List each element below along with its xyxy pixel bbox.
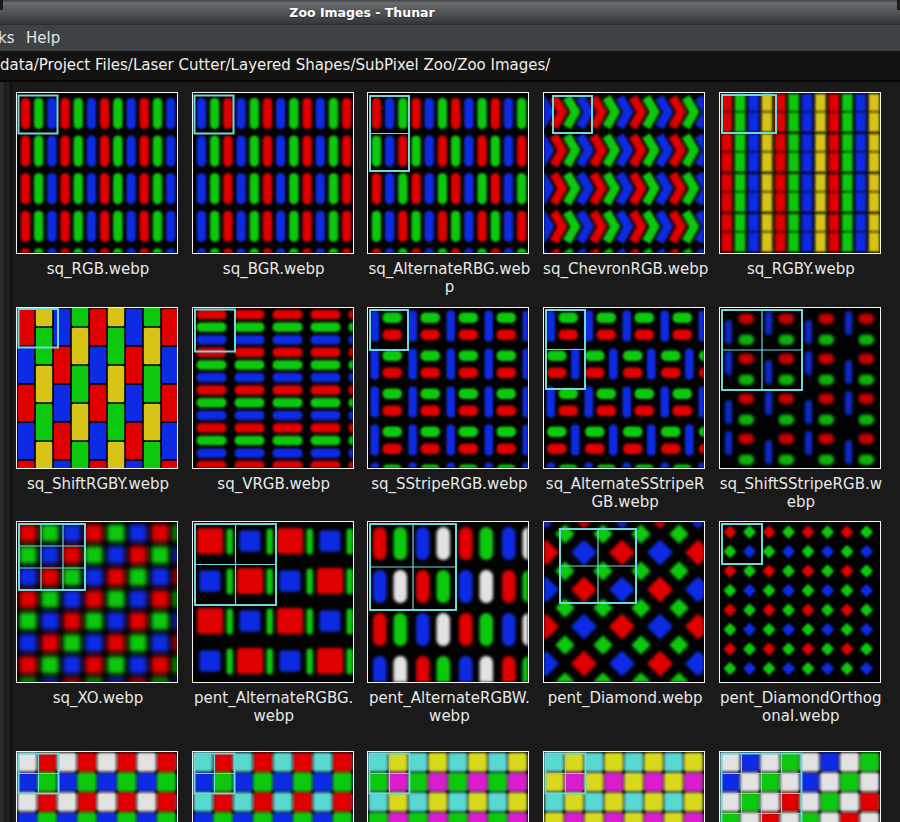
file-item[interactable]	[367, 751, 531, 822]
file-thumbnail[interactable]	[16, 92, 178, 254]
file-thumbnail[interactable]	[367, 751, 529, 822]
file-label: sq_VRGB.webp	[192, 475, 356, 493]
path-text[interactable]: data/Project Files/Laser Cutter/Layered …	[0, 56, 550, 74]
file-label: sq_RGB.webp	[16, 260, 180, 278]
file-thumbnail[interactable]	[719, 751, 881, 822]
menu-item-help[interactable]: Help	[26, 29, 60, 47]
file-item[interactable]	[543, 751, 707, 822]
file-thumbnail[interactable]	[543, 307, 705, 469]
file-item[interactable]	[16, 751, 180, 822]
file-thumbnail[interactable]	[16, 751, 178, 822]
file-thumbnail[interactable]	[719, 521, 881, 683]
file-label: sq_AlternateRBG.web p	[367, 260, 531, 296]
file-thumbnail[interactable]	[719, 307, 881, 469]
file-thumbnail[interactable]	[367, 92, 529, 254]
file-label: sq_ChevronRGB.webp	[543, 260, 707, 278]
file-label: pent_DiamondOrthog onal.webp	[719, 689, 883, 725]
file-item[interactable]: sq_SStripeRGB.webp	[367, 307, 531, 493]
file-item[interactable]: sq_XO.webp	[16, 521, 180, 707]
file-view: sq_RGB.webp sq_BGR.webp sq_AlternateRBG.…	[0, 82, 900, 822]
file-item[interactable]: sq_BGR.webp	[192, 92, 356, 278]
window-corner-left	[0, 0, 3, 10]
file-item[interactable]: sq_ShiftRGBY.webp	[16, 307, 180, 493]
file-item[interactable]: sq_AlternateRBG.web p	[367, 92, 531, 296]
file-item[interactable]: pent_DiamondOrthog onal.webp	[719, 521, 883, 725]
file-item[interactable]: sq_RGB.webp	[16, 92, 180, 278]
file-item[interactable]	[719, 751, 883, 822]
file-label: pent_AlternateRGBG. webp	[192, 689, 356, 725]
file-thumbnail[interactable]	[719, 92, 881, 254]
file-thumbnail[interactable]	[543, 92, 705, 254]
file-label: pent_Diamond.webp	[543, 689, 707, 707]
file-thumbnail[interactable]	[192, 307, 354, 469]
file-label: sq_ShiftRGBY.webp	[16, 475, 180, 493]
file-thumbnail[interactable]	[543, 521, 705, 683]
file-item[interactable]: sq_RGBY.webp	[719, 92, 883, 278]
file-thumbnail[interactable]	[192, 521, 354, 683]
file-label: sq_XO.webp	[16, 689, 180, 707]
file-label: pent_AlternateRGBW. webp	[367, 689, 531, 725]
file-label: sq_SStripeRGB.webp	[367, 475, 531, 493]
file-item[interactable]: pent_AlternateRGBG. webp	[192, 521, 356, 725]
window-title: Zoo Images - Thunar	[289, 5, 434, 20]
file-thumbnail[interactable]	[367, 521, 529, 683]
path-bar[interactable]: data/Project Files/Laser Cutter/Layered …	[0, 51, 900, 82]
file-item[interactable]: sq_ChevronRGB.webp	[543, 92, 707, 278]
file-thumbnail[interactable]	[16, 521, 178, 683]
file-thumbnail[interactable]	[367, 307, 529, 469]
menu-item-bookmarks-partial[interactable]: ks	[0, 29, 15, 47]
file-label: sq_ShiftSStripeRGB.w ebp	[719, 475, 883, 511]
file-item[interactable]: sq_ShiftSStripeRGB.w ebp	[719, 307, 883, 511]
file-thumbnail[interactable]	[192, 92, 354, 254]
file-label: sq_RGBY.webp	[719, 260, 883, 278]
file-thumbnail[interactable]	[16, 307, 178, 469]
menu-bar: ks Help	[0, 25, 900, 51]
file-label: sq_AlternateSStripeR GB.webp	[543, 475, 707, 511]
file-item[interactable]: pent_AlternateRGBW. webp	[367, 521, 531, 725]
file-item[interactable]: pent_Diamond.webp	[543, 521, 707, 707]
thunar-window: { "window": { "title": "Zoo Images - Thu…	[0, 0, 900, 822]
file-thumbnail[interactable]	[543, 751, 705, 822]
file-item[interactable]	[192, 751, 356, 822]
title-bar[interactable]: Zoo Images - Thunar	[0, 0, 900, 25]
file-item[interactable]: sq_VRGB.webp	[192, 307, 356, 493]
file-item[interactable]: sq_AlternateSStripeR GB.webp	[543, 307, 707, 511]
file-thumbnail[interactable]	[192, 751, 354, 822]
file-label: sq_BGR.webp	[192, 260, 356, 278]
left-edge-strip	[0, 82, 12, 822]
